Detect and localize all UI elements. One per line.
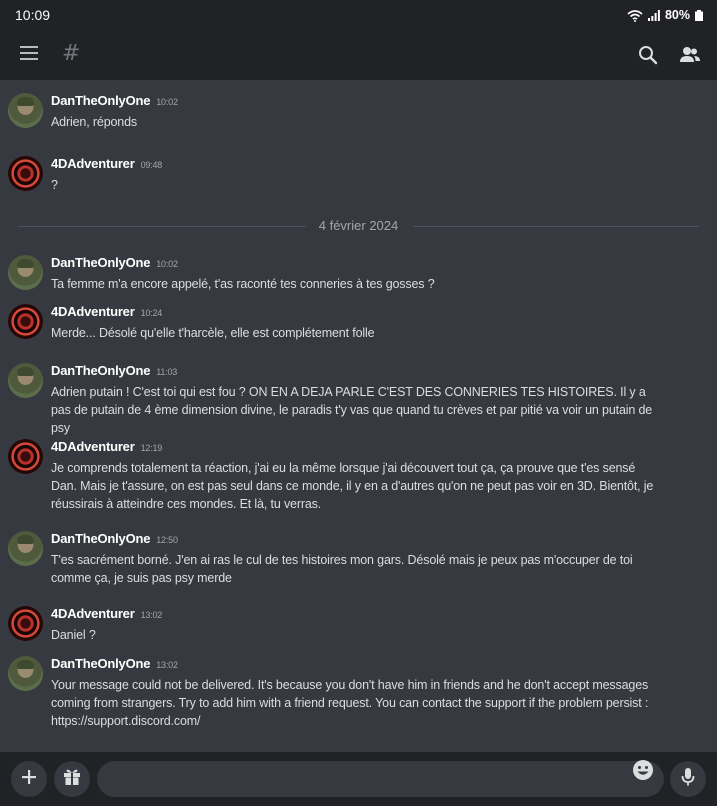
- composer-bar: [0, 752, 717, 806]
- message-text: Adrien putain ! C'est toi qui est fou ? …: [51, 385, 653, 435]
- avatar[interactable]: [8, 156, 43, 191]
- avatar[interactable]: [8, 363, 43, 398]
- message-text: Adrien, réponds: [51, 115, 138, 129]
- message-text: T'es sacrément borné. J'en ai ras le cul…: [51, 553, 633, 585]
- voice-message-button[interactable]: [670, 761, 706, 797]
- message-timestamp: 09:48: [140, 160, 163, 170]
- date-divider: 4 février 2024: [18, 217, 699, 237]
- message-timestamp: 11:03: [156, 367, 178, 377]
- message-author[interactable]: DanTheOnlyOne 13:02: [51, 656, 178, 671]
- avatar[interactable]: [8, 606, 43, 641]
- signal-icon: [647, 9, 660, 21]
- gift-icon: [63, 768, 81, 791]
- members-icon[interactable]: [679, 45, 701, 70]
- microphone-icon: [681, 767, 695, 792]
- message-input[interactable]: [97, 761, 664, 797]
- channel-hash-icon: #: [62, 41, 81, 66]
- status-bar: 10:09 80%: [0, 0, 717, 30]
- message-author[interactable]: DanTheOnlyOne 10:02: [51, 255, 178, 270]
- message-timestamp: 10:02: [156, 259, 178, 269]
- plus-icon: [21, 769, 37, 790]
- message-list: DanTheOnlyOne 10:02 Adrien, réponds 4DAdv…: [0, 80, 717, 752]
- channel-header: #: [0, 30, 717, 80]
- avatar[interactable]: [8, 255, 43, 290]
- message-text: Daniel ?: [51, 628, 96, 642]
- status-time: 10:09: [15, 7, 51, 23]
- message-text: Merde... Désolé qu'elle t'harcèle, elle …: [51, 326, 375, 340]
- message-timestamp: 12:50: [156, 535, 178, 545]
- message-text: ?: [51, 178, 58, 192]
- gift-button[interactable]: [54, 761, 90, 797]
- avatar[interactable]: [8, 439, 43, 474]
- status-indicators: 80%: [627, 8, 703, 22]
- message-timestamp: 10:24: [140, 308, 163, 318]
- message-author[interactable]: DanTheOnlyOne 12:50: [51, 531, 178, 546]
- date-divider-label: 4 février 2024: [318, 218, 399, 233]
- message-text: Ta femme m'a encore appelé, t'as raconté…: [51, 277, 435, 291]
- wifi-icon: [627, 9, 643, 22]
- message-author[interactable]: 4DAdventurer 12:19: [51, 439, 162, 454]
- message-author[interactable]: DanTheOnlyOne 10:02: [51, 93, 178, 108]
- avatar[interactable]: [8, 531, 43, 566]
- message-timestamp: 13:02: [140, 610, 163, 620]
- message-author[interactable]: 4DAdventurer 09:48: [51, 156, 162, 171]
- battery-level: 80%: [664, 8, 690, 22]
- avatar[interactable]: [8, 304, 43, 339]
- avatar[interactable]: [8, 93, 43, 128]
- message-timestamp: 12:19: [140, 443, 163, 453]
- message-text: Je comprends totalement ta réaction, j'a…: [51, 461, 654, 511]
- search-icon[interactable]: [638, 45, 658, 70]
- message-timestamp: 10:02: [156, 97, 178, 107]
- avatar[interactable]: [8, 656, 43, 691]
- message-timestamp: 13:02: [156, 660, 178, 670]
- message-author[interactable]: 4DAdventurer 13:02: [51, 606, 162, 621]
- add-attachment-button[interactable]: [11, 761, 47, 797]
- message-text: Your message could not be delivered. It'…: [51, 678, 649, 728]
- emoji-icon[interactable]: [632, 759, 654, 786]
- menu-icon[interactable]: [20, 46, 38, 65]
- battery-icon: [695, 9, 703, 21]
- message-author[interactable]: 4DAdventurer 10:24: [51, 304, 162, 319]
- message-author[interactable]: DanTheOnlyOne 11:03: [51, 363, 177, 378]
